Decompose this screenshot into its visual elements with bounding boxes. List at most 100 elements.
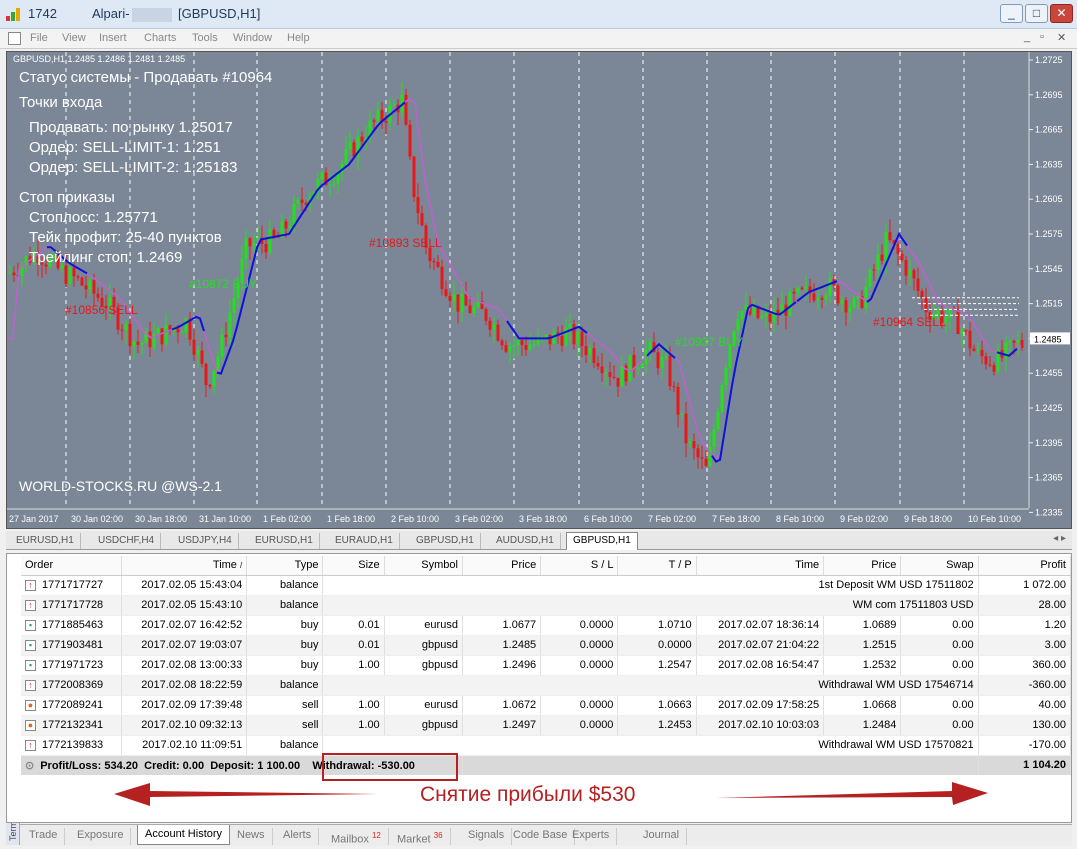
cell-swap: 0.00	[900, 715, 979, 736]
menu-help[interactable]: Help	[287, 32, 310, 44]
tab-account-history[interactable]: Account History	[137, 825, 231, 845]
col-price[interactable]: Price	[462, 556, 542, 576]
menu-view[interactable]: View	[62, 32, 86, 44]
candle-body	[880, 254, 884, 261]
candle-body	[884, 232, 888, 261]
tab-journal[interactable]: Journal	[636, 828, 688, 845]
candle-body	[192, 339, 196, 355]
candle-body	[508, 346, 512, 352]
candle-body	[680, 413, 684, 415]
close-button[interactable]: ✕	[1050, 4, 1073, 23]
cell-time: 2017.02.07 16:42:52	[121, 615, 248, 636]
table-row[interactable]: ▪ 1771903481 2017.02.07 19:03:07 buy 0.01 gbp…	[21, 635, 1072, 656]
price-label: 1.2395	[1035, 438, 1063, 448]
table-row[interactable]: ● 1772089241 2017.02.09 17:39:48 sell 1.00 eu…	[21, 695, 1072, 716]
table-row[interactable]: ↑ 1772008369 2017.02.08 18:22:59 balance Wit…	[21, 675, 1072, 696]
cell-size: 1.00	[322, 695, 385, 716]
menu-charts[interactable]: Charts	[144, 32, 176, 44]
tab-alerts[interactable]: Alerts	[276, 828, 320, 845]
col-close-price[interactable]: Price	[823, 556, 902, 576]
cell-swap: 0.00	[900, 695, 979, 716]
col-type[interactable]: Type	[246, 556, 324, 576]
col-swap[interactable]: Swap	[900, 556, 979, 576]
candle-body	[528, 345, 532, 350]
tab-scroll-arrows[interactable]: ◂ ▸	[1053, 533, 1066, 544]
candle-body	[332, 183, 336, 185]
cell-symbol: gbpusd	[384, 635, 463, 656]
col-close-time[interactable]: Time	[696, 556, 825, 576]
chart-tab[interactable]: EURAUD,H1	[329, 533, 400, 549]
col-sl[interactable]: S / L	[540, 556, 619, 576]
candle-body	[496, 324, 500, 341]
tab-exposure[interactable]: Exposure	[70, 828, 132, 845]
candle-body	[284, 221, 288, 229]
candle-body	[76, 276, 80, 278]
table-row[interactable]: ● 1772132341 2017.02.10 09:32:13 sell 1.00 gb…	[21, 715, 1072, 736]
col-symbol[interactable]: Symbol	[384, 556, 463, 576]
price-label: 1.2665	[1035, 125, 1063, 135]
col-time[interactable]: Time /	[121, 556, 248, 576]
cell-order: ↑ 1771717727	[21, 575, 122, 596]
menu-window[interactable]: Window	[233, 32, 272, 44]
tab-trade[interactable]: Trade	[22, 828, 66, 845]
maximize-button[interactable]: □	[1025, 4, 1048, 23]
chart-tab-active[interactable]: GBPUSD,H1	[566, 532, 638, 550]
col-order[interactable]: Order	[21, 556, 122, 576]
mdi-close-button[interactable]: ✕	[1057, 31, 1066, 44]
table-row[interactable]: ↑ 1772139833 2017.02.10 11:09:51 balance Wit…	[21, 735, 1072, 756]
candle-body	[376, 109, 380, 122]
cell-order: ▪ 1771903481	[21, 635, 122, 656]
buy-icon: ▪	[25, 639, 36, 651]
candle-body	[592, 348, 596, 363]
chart-tab[interactable]: USDCHF,H4	[92, 533, 162, 549]
table-row[interactable]: ▪ 1771971723 2017.02.08 13:00:33 buy 1.00 gbp…	[21, 655, 1072, 676]
chart-tab[interactable]: GBPUSD,H1	[410, 533, 481, 549]
chart-tab[interactable]: USDJPY,H4	[172, 533, 239, 549]
cell-symbol: eurusd	[384, 695, 463, 716]
entry-sell-limit-2: Ордер: SELL-LIMIT-2: 1.25183	[29, 159, 238, 176]
minimize-button[interactable]: _	[1000, 4, 1023, 23]
tab-experts[interactable]: Experts	[565, 828, 618, 845]
cell-time: 2017.02.08 18:22:59	[121, 675, 248, 696]
mdi-minimize-button[interactable]: _	[1024, 31, 1030, 43]
candle-body	[196, 350, 200, 355]
document-icon[interactable]	[8, 32, 21, 45]
candle-body	[532, 344, 536, 346]
tab-signals[interactable]: Signals	[461, 828, 513, 845]
tab-news[interactable]: News	[230, 828, 273, 845]
candle-body	[344, 149, 348, 164]
candle-body	[444, 289, 448, 296]
candle-body	[348, 142, 352, 150]
col-profit[interactable]: Profit	[978, 556, 1072, 576]
table-row[interactable]: ↑ 1771717727 2017.02.05 15:43:04 balance 1st…	[21, 575, 1072, 596]
tab-mailbox[interactable]: Mailbox 12	[324, 828, 389, 846]
cell-profit: 360.00	[978, 655, 1072, 676]
cell-cprice: 1.0668	[823, 695, 902, 716]
menu-tools[interactable]: Tools	[192, 32, 218, 44]
candle-body	[848, 307, 852, 313]
chart-tab[interactable]: EURUSD,H1	[10, 533, 81, 549]
time-label: 8 Feb 10:00	[776, 514, 824, 524]
cell-order: ▪ 1771885463	[21, 615, 122, 636]
cell-size: 1.00	[322, 655, 385, 676]
buy-icon: ▪	[25, 619, 36, 631]
terminal-close-icon[interactable]: ✕	[0, 833, 8, 841]
menu-file[interactable]: File	[30, 32, 48, 44]
table-row[interactable]: ▪ 1771885463 2017.02.07 16:42:52 buy 0.01 eur…	[21, 615, 1072, 636]
table-row[interactable]: ↑ 1771717728 2017.02.05 15:43:10 balance WM …	[21, 595, 1072, 616]
chart-tab[interactable]: AUDUSD,H1	[490, 533, 561, 549]
mdi-restore-button[interactable]: ▫	[1040, 31, 1044, 43]
col-tp[interactable]: T / P	[617, 556, 697, 576]
price-chart[interactable]: 1.2725 1.2695 1.2665 1.2635 1.2605 1.2575 1.25…	[6, 51, 1072, 529]
candle-body	[768, 313, 772, 323]
candle-body	[912, 270, 916, 279]
candle-body	[968, 330, 972, 349]
tab-market[interactable]: Market 36	[390, 828, 451, 846]
candle-body	[432, 261, 436, 263]
cell-comment: Withdrawal WM USD 17546714	[322, 675, 979, 696]
chart-tab[interactable]: EURUSD,H1	[249, 533, 320, 549]
candle-body	[8, 272, 12, 274]
menu-insert[interactable]: Insert	[99, 32, 127, 44]
col-size[interactable]: Size	[322, 556, 385, 576]
candle-body	[920, 291, 924, 298]
